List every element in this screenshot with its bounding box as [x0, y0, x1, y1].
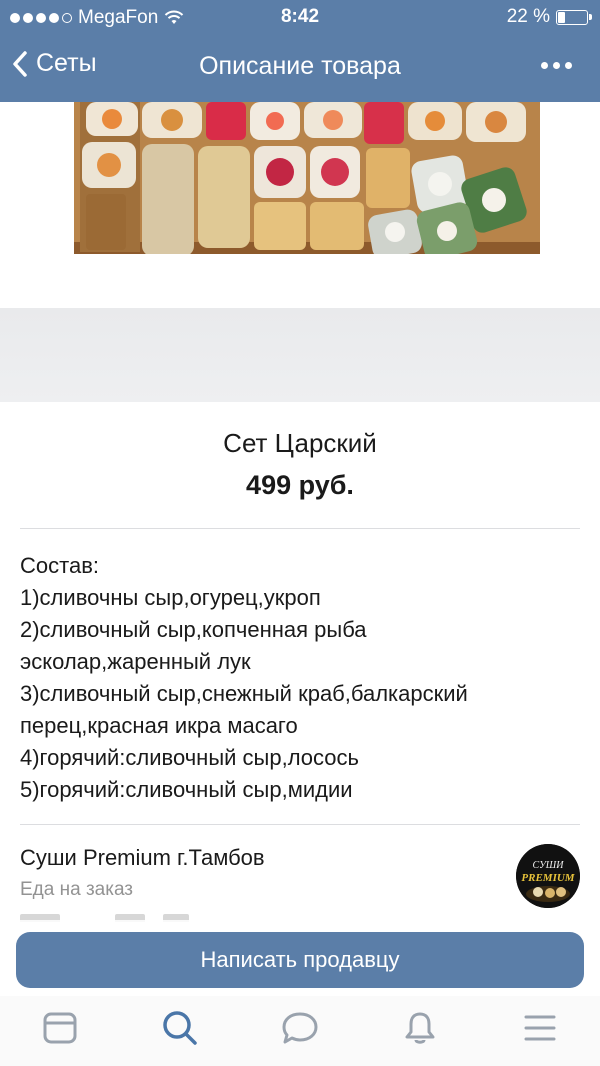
tab-bar [0, 996, 600, 1066]
photo-gallery-band [0, 308, 600, 402]
shop-name[interactable]: Суши Premium г.Тамбов [20, 845, 265, 871]
battery-percent: 22 % [506, 6, 550, 27]
messages-icon [282, 1012, 318, 1044]
product-price: 499 руб. [246, 470, 354, 500]
shop-logo-image: СУШИ PREMIUM [516, 844, 580, 908]
description-line: 5)горячий:сливочный сыр,мидии [20, 777, 353, 802]
product-photo-area[interactable] [0, 102, 600, 308]
description-line: 1)сливочны сыр,огурец,укроп [20, 585, 321, 610]
description-line: 2)сливочный сыр,копченная рыба [20, 617, 367, 642]
search-icon [163, 1011, 197, 1045]
more-options-icon[interactable] [541, 62, 572, 69]
status-bar: MegaFon 8:42 22 % [0, 0, 600, 34]
menu-icon [524, 1015, 556, 1041]
shop-category: Еда на заказ [20, 879, 134, 900]
page-title: Описание товара [199, 52, 401, 80]
logo-text-top: СУШИ [533, 860, 565, 871]
news-icon [43, 1012, 77, 1044]
description-line: перец,красная икра масаго [20, 713, 298, 738]
product-name: Сет Царский [223, 428, 377, 458]
tab-menu[interactable] [520, 1008, 560, 1048]
divider [20, 528, 580, 529]
top-bar: MegaFon 8:42 22 % Сеты Описание товара [0, 0, 600, 102]
tab-news[interactable] [40, 1008, 80, 1048]
divider [20, 824, 580, 825]
tab-messages[interactable] [280, 1008, 320, 1048]
logo-text-bottom: PREMIUM [521, 872, 575, 884]
description-line: эсколар,жаренный лук [20, 649, 251, 674]
description-line: 4)горячий:сливочный сыр,лосось [20, 745, 359, 770]
product-photo[interactable] [74, 102, 540, 254]
description-line: Состав: [20, 553, 99, 578]
tab-search[interactable] [160, 1008, 200, 1048]
shop-logo[interactable]: СУШИ PREMIUM [516, 844, 580, 908]
tab-notifications[interactable] [400, 1008, 440, 1048]
description-line: 3)сливочный сыр,снежный краб,балкарский [20, 681, 468, 706]
notifications-icon [405, 1012, 435, 1044]
product-description: Состав: 1)сливочны сыр,огурец,укроп 2)сл… [20, 550, 585, 806]
navigation-bar: Сеты Описание товара [0, 34, 600, 102]
battery-icon [556, 9, 592, 25]
write-seller-button[interactable]: Написать продавцу [16, 932, 584, 988]
